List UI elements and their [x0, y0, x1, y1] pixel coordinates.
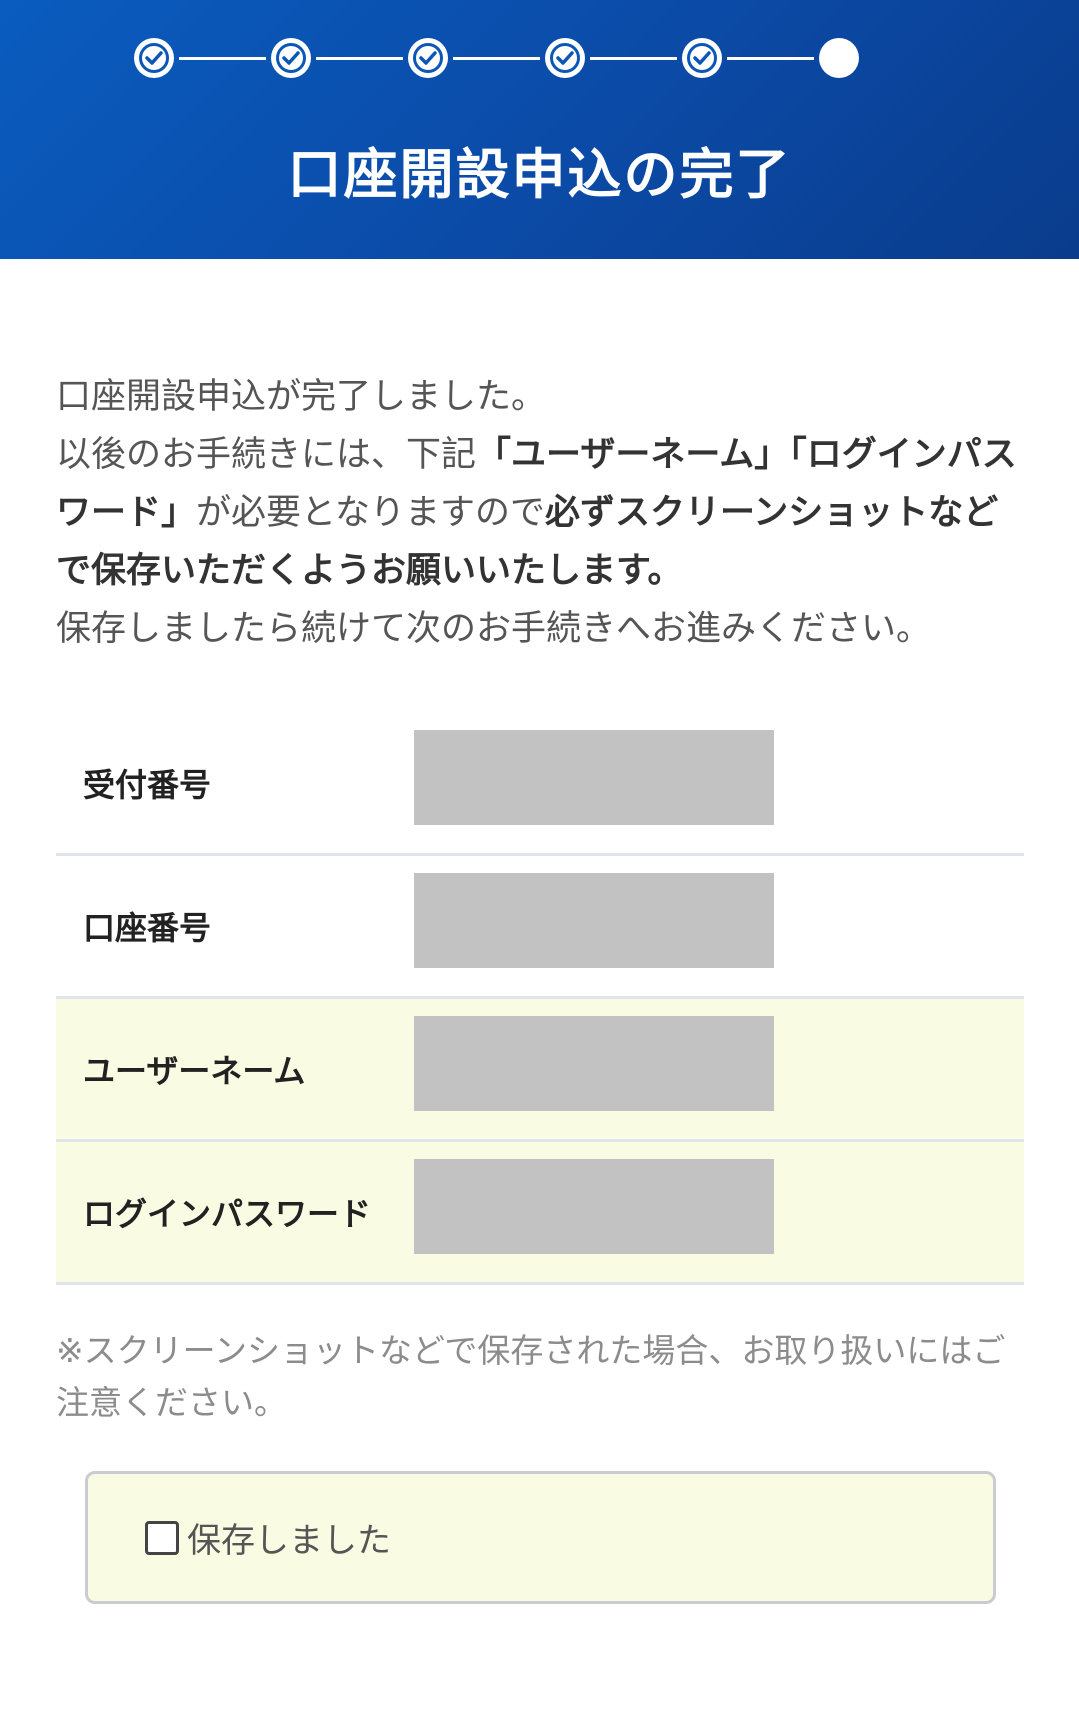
step-3-check-icon: [408, 38, 448, 78]
table-row-login-password: ログインパスワード: [56, 1142, 1024, 1285]
login-password-value-masked: [414, 1159, 774, 1254]
intro-line-2-prefix: 以後のお手続きには、下記: [56, 435, 477, 475]
step-5-check-icon: [682, 38, 722, 78]
step-2-check-icon: [271, 38, 311, 78]
account-number-value-masked: [414, 873, 774, 968]
reception-number-value-masked: [414, 730, 774, 825]
step-connector: [316, 56, 403, 60]
page-title: 口座開設申込の完了: [287, 143, 792, 206]
username-value-masked: [414, 1016, 774, 1111]
intro-line-3: 保存しましたら続けて次のお手続きへお進みください。: [56, 609, 932, 649]
table-row-username: ユーザーネーム: [56, 999, 1024, 1142]
account-info-table: 受付番号 口座番号 ユーザーネーム ログインパスワード: [56, 713, 1024, 1285]
table-row-reception-number: 受付番号: [56, 713, 1024, 856]
intro-line-1: 口座開設申込が完了しました。: [56, 377, 547, 417]
step-connector: [590, 56, 677, 60]
login-password-label: ログインパスワード: [83, 1195, 372, 1233]
intro-line-2-middle: が必要となりますので: [196, 493, 545, 533]
header-banner: 口座開設申込の完了: [0, 0, 1079, 259]
step-4-check-icon: [545, 38, 585, 78]
step-connector: [453, 56, 540, 60]
reception-number-label: 受付番号: [83, 766, 212, 804]
account-number-label: 口座番号: [83, 909, 212, 947]
saved-checkbox[interactable]: [145, 1520, 179, 1555]
step-connector: [727, 56, 814, 60]
saved-checkbox-label[interactable]: 保存しました: [187, 1513, 391, 1562]
completion-message: 口座開設申込が完了しました。 以後のお手続きには、下記「ユーザーネーム」「ログイ…: [56, 368, 1026, 658]
progress-stepper: [134, 38, 859, 78]
username-label: ユーザーネーム: [83, 1052, 306, 1090]
step-1-check-icon: [134, 38, 174, 78]
step-6-current-icon: [819, 38, 859, 78]
handling-caution-note: ※スクリーンショットなどで保存された場合、お取り扱いにはご注意ください。: [56, 1331, 1006, 1422]
saved-confirmation-checkbox-row[interactable]: 保存しました: [85, 1471, 996, 1604]
step-connector: [179, 56, 266, 60]
table-row-account-number: 口座番号: [56, 856, 1024, 999]
